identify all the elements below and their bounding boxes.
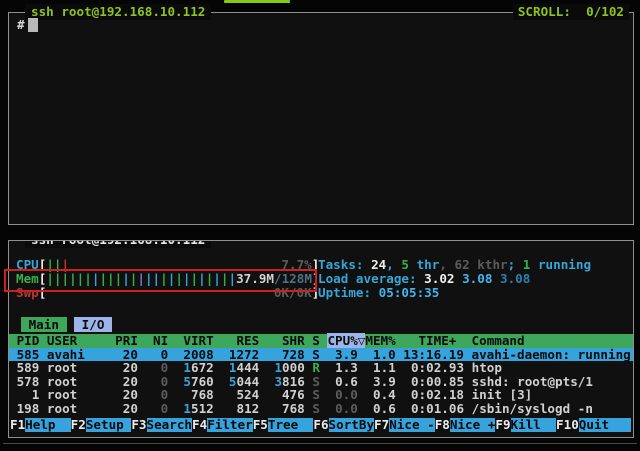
swp-meter: Swp[ 0K/0K]: [16, 286, 319, 300]
htop-pane[interactable]: ssh root@192.168.10.112 CPU[||| 7.7%] Me…: [8, 240, 634, 438]
process-row[interactable]: 578 root 20 0 5760 5044 3816 S 0.6 3.9 0…: [9, 375, 633, 389]
fkey-help[interactable]: F1Help: [10, 418, 71, 432]
scroll-indicator: SCROLL: 0/102: [513, 4, 629, 20]
tab-io[interactable]: I/O: [74, 317, 112, 332]
fkey-nice-minus[interactable]: F7Nice -: [374, 418, 435, 432]
fkey-quit[interactable]: F10Quit: [556, 418, 631, 432]
fkey-nice-plus[interactable]: F8Nice +: [435, 418, 496, 432]
process-row[interactable]: 589 root 20 0 1672 1444 1000 R 1.3 1.1 0…: [9, 361, 633, 375]
fkey-sortby[interactable]: F6SortBy: [313, 418, 374, 432]
uptime: Uptime: 05:05:35: [318, 286, 439, 300]
tab-main[interactable]: Main: [21, 317, 67, 332]
process-row[interactable]: 198 root 20 0 1512 812 768 S 0.0 0.6 0:0…: [9, 402, 633, 416]
prompt-char: #: [17, 17, 25, 32]
fkey-setup[interactable]: F2Setup: [71, 418, 132, 432]
cursor-block: [28, 18, 38, 32]
fkey-search[interactable]: F3Search: [131, 418, 192, 432]
screen-tabs: Main I/O: [21, 318, 112, 332]
fkey-tree[interactable]: F5Tree: [253, 418, 314, 432]
mem-meter: Mem[|||||||||||||||||||||||||37.9M/128M]: [16, 272, 320, 286]
top-edge-artifact: [224, 0, 290, 3]
window-bottom-edge: [3, 443, 637, 444]
cpu-meter: CPU[||| 7.7%]: [16, 258, 319, 272]
fkey-kill[interactable]: F9Kill: [495, 418, 556, 432]
shell-pane[interactable]: ssh root@192.168.10.112 SCROLL: 0/102 #: [8, 12, 634, 225]
terminal-screen: ssh root@192.168.10.112 SCROLL: 0/102 # …: [0, 0, 640, 451]
shell-prompt[interactable]: #: [17, 17, 38, 32]
shell-pane-title: ssh root@192.168.10.112: [25, 4, 211, 20]
process-row[interactable]: 1 root 20 0 768 524 476 S 0.0 0.4 0:02.1…: [9, 388, 633, 402]
process-table-header[interactable]: PID USER PRI NI VIRT RES SHR S CPU%▽MEM%…: [9, 334, 633, 348]
function-key-bar: F1Help F2Setup F3Search F4Filter F5Tree …: [10, 418, 631, 432]
htop-pane-title: ssh root@192.168.10.112: [25, 240, 211, 248]
tasks-summary: Tasks: 24, 5 thr, 62 kthr; 1 running: [318, 258, 591, 272]
fkey-filter[interactable]: F4Filter: [192, 418, 253, 432]
process-row-selected[interactable]: 585 avahi 20 0 2008 1272 728 S 3.9 1.0 1…: [9, 348, 633, 362]
load-average: Load average: 3.02 3.08 3.08: [318, 272, 530, 286]
